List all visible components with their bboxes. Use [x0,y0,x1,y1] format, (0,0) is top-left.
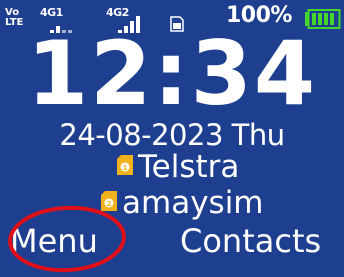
contacts-softkey[interactable]: Contacts [180,221,321,261]
operator-1-name: Telstra [138,149,240,185]
highlight-circle-annotation [8,205,126,273]
sim1-badge-number: 1 [123,164,128,172]
clock-time: 12:34 [26,22,318,125]
operator-2-name: amaysim [122,185,264,221]
sim2-network-label: 4G2 [106,6,129,19]
sim1-network-label: 4G1 [40,6,63,19]
volte-bottom-label: LTE [5,17,24,28]
phone-home-screen: Vo LTE 4G1 4G2 100% 12:34 24-08-2023 Thu… [0,0,344,277]
sim1-badge-icon: 1 [117,155,133,175]
volte-icon: Vo LTE [5,8,23,28]
clock-date: 24-08-2023 Thu [59,118,285,152]
